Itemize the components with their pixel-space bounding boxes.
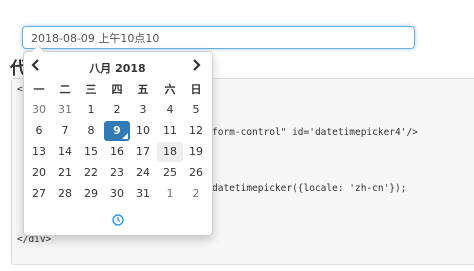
calendar-day[interactable]: 2 bbox=[183, 184, 209, 204]
calendar-day[interactable]: 31 bbox=[52, 100, 78, 120]
weekday-header: 日 bbox=[190, 83, 202, 96]
calendar-day[interactable]: 1 bbox=[78, 100, 104, 120]
datetimepicker-popup: 八月 2018 一二三四五六日 30 31 1 2 3 4 5 6 7 8 9 10 11 12 13 14 1… bbox=[23, 45, 213, 236]
calendar-day[interactable]: 14 bbox=[52, 142, 78, 162]
calendar-day[interactable]: 30 bbox=[104, 184, 130, 204]
calendar-day[interactable]: 20 bbox=[26, 163, 52, 183]
calendar-day[interactable]: 19 bbox=[183, 142, 209, 162]
time-toggle-button[interactable] bbox=[111, 212, 125, 226]
calendar-day[interactable]: 28 bbox=[52, 184, 78, 204]
calendar-day[interactable]: 22 bbox=[78, 163, 104, 183]
next-month-button[interactable] bbox=[191, 58, 201, 76]
weekday-header: 一 bbox=[33, 83, 45, 96]
calendar-day[interactable]: 11 bbox=[157, 121, 183, 141]
chevron-right-icon bbox=[193, 59, 201, 71]
calendar-day[interactable]: 16 bbox=[104, 142, 130, 162]
calendar-day[interactable]: 30 bbox=[26, 100, 52, 120]
calendar-day[interactable]: 8 bbox=[78, 121, 104, 141]
calendar-day[interactable]: 25 bbox=[157, 163, 183, 183]
calendar-day[interactable]: 12 bbox=[183, 121, 209, 141]
month-title[interactable]: 八月 2018 bbox=[44, 60, 191, 76]
calendar-day[interactable]: 5 bbox=[183, 100, 209, 120]
weekday-header: 三 bbox=[85, 83, 97, 96]
weekday-header: 五 bbox=[137, 83, 149, 96]
calendar-day[interactable]: 29 bbox=[78, 184, 104, 204]
code-line: < bbox=[17, 84, 23, 95]
code-line: datetimepicker({locale: 'zh-cn'}); bbox=[212, 183, 407, 194]
calendar-day[interactable]: 15 bbox=[78, 142, 104, 162]
calendar-day[interactable]: 17 bbox=[130, 142, 156, 162]
clock-icon bbox=[112, 214, 124, 226]
calendar-day[interactable]: 2 bbox=[104, 100, 130, 120]
calendar-day[interactable]: 18 bbox=[157, 142, 183, 162]
chevron-left-icon bbox=[31, 59, 39, 71]
calendar-day[interactable]: 6 bbox=[26, 121, 52, 141]
calendar-day[interactable]: 31 bbox=[130, 184, 156, 204]
calendar-day[interactable]: 24 bbox=[130, 163, 156, 183]
calendar-day[interactable]: 23 bbox=[104, 163, 130, 183]
calendar-day[interactable]: 1 bbox=[157, 184, 183, 204]
weekday-header: 四 bbox=[111, 83, 123, 96]
calendar-day[interactable]: 10 bbox=[130, 121, 156, 141]
prev-month-button[interactable] bbox=[31, 58, 41, 76]
weekday-header: 六 bbox=[164, 83, 176, 96]
code-line: form-control" id='datetimepicker4'/> bbox=[212, 127, 418, 138]
calendar-day[interactable]: 21 bbox=[52, 163, 78, 183]
calendar-day[interactable]: 3 bbox=[130, 100, 156, 120]
calendar-day[interactable]: 27 bbox=[26, 184, 52, 204]
calendar-day[interactable]: 7 bbox=[52, 121, 78, 141]
datetime-input[interactable] bbox=[22, 26, 415, 49]
calendar-day[interactable]: 26 bbox=[183, 163, 209, 183]
weekday-header: 二 bbox=[59, 83, 71, 96]
calendar-day[interactable]: 13 bbox=[26, 142, 52, 162]
calendar-day[interactable]: 4 bbox=[157, 100, 183, 120]
selected-day[interactable]: 9 bbox=[104, 121, 130, 141]
